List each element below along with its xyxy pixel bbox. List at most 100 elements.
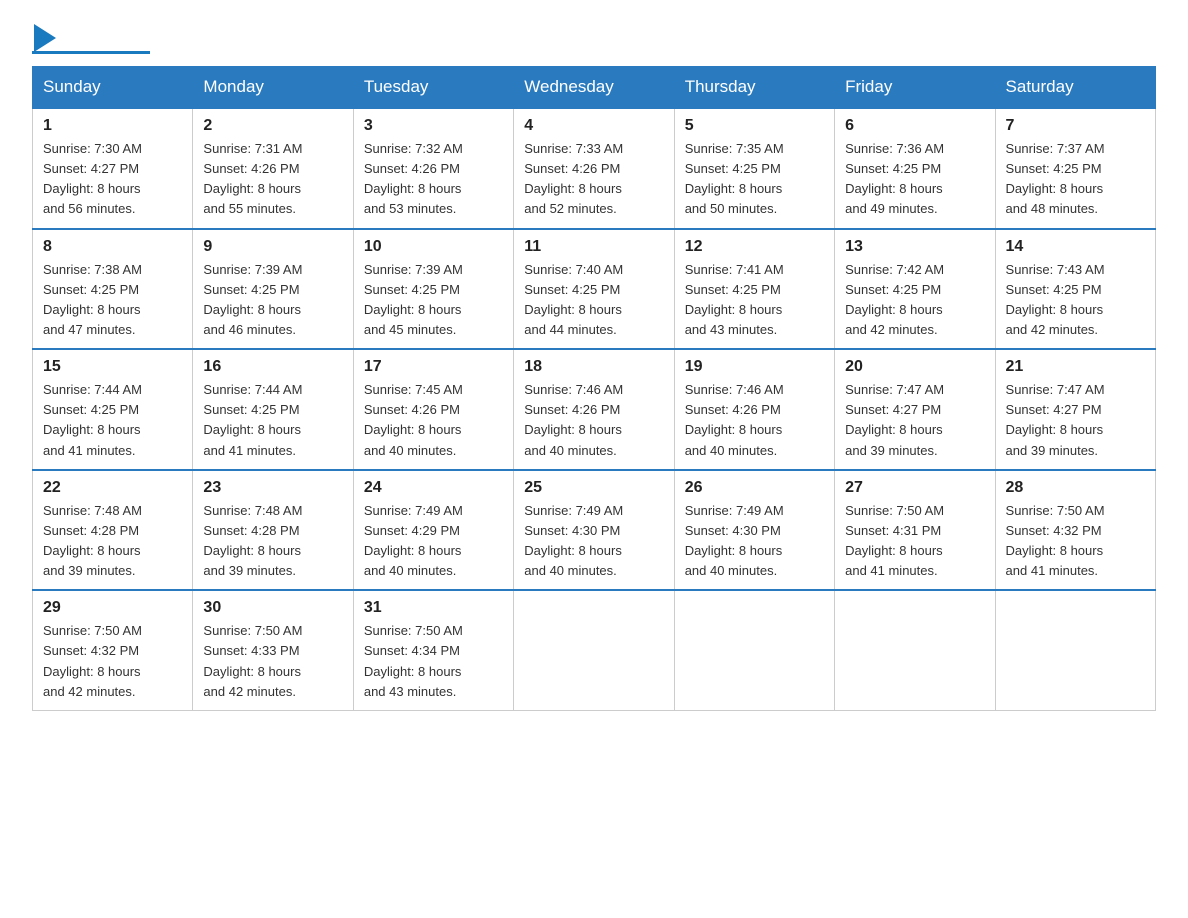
day-info: Sunrise: 7:49 AMSunset: 4:30 PMDaylight:…	[685, 501, 824, 582]
day-info: Sunrise: 7:36 AMSunset: 4:25 PMDaylight:…	[845, 139, 984, 220]
day-number: 15	[43, 358, 182, 376]
logo-arrow-icon	[34, 24, 56, 52]
day-number: 17	[364, 358, 503, 376]
day-number: 28	[1006, 479, 1145, 497]
day-info: Sunrise: 7:50 AMSunset: 4:31 PMDaylight:…	[845, 501, 984, 582]
day-info: Sunrise: 7:47 AMSunset: 4:27 PMDaylight:…	[845, 380, 984, 461]
day-info: Sunrise: 7:30 AMSunset: 4:27 PMDaylight:…	[43, 139, 182, 220]
day-cell-12: 12 Sunrise: 7:41 AMSunset: 4:25 PMDaylig…	[674, 229, 834, 350]
day-cell-11: 11 Sunrise: 7:40 AMSunset: 4:25 PMDaylig…	[514, 229, 674, 350]
empty-cell	[995, 590, 1155, 710]
day-info: Sunrise: 7:50 AMSunset: 4:32 PMDaylight:…	[43, 621, 182, 702]
day-number: 19	[685, 358, 824, 376]
day-info: Sunrise: 7:46 AMSunset: 4:26 PMDaylight:…	[524, 380, 663, 461]
day-info: Sunrise: 7:46 AMSunset: 4:26 PMDaylight:…	[685, 380, 824, 461]
day-cell-30: 30 Sunrise: 7:50 AMSunset: 4:33 PMDaylig…	[193, 590, 353, 710]
logo	[32, 24, 150, 54]
day-number: 13	[845, 238, 984, 256]
day-info: Sunrise: 7:47 AMSunset: 4:27 PMDaylight:…	[1006, 380, 1145, 461]
day-number: 12	[685, 238, 824, 256]
day-cell-16: 16 Sunrise: 7:44 AMSunset: 4:25 PMDaylig…	[193, 349, 353, 470]
day-cell-17: 17 Sunrise: 7:45 AMSunset: 4:26 PMDaylig…	[353, 349, 513, 470]
day-info: Sunrise: 7:44 AMSunset: 4:25 PMDaylight:…	[43, 380, 182, 461]
day-number: 2	[203, 117, 342, 135]
day-cell-21: 21 Sunrise: 7:47 AMSunset: 4:27 PMDaylig…	[995, 349, 1155, 470]
day-info: Sunrise: 7:31 AMSunset: 4:26 PMDaylight:…	[203, 139, 342, 220]
day-number: 4	[524, 117, 663, 135]
day-number: 27	[845, 479, 984, 497]
day-cell-27: 27 Sunrise: 7:50 AMSunset: 4:31 PMDaylig…	[835, 470, 995, 591]
day-info: Sunrise: 7:39 AMSunset: 4:25 PMDaylight:…	[364, 260, 503, 341]
day-number: 22	[43, 479, 182, 497]
day-cell-6: 6 Sunrise: 7:36 AMSunset: 4:25 PMDayligh…	[835, 108, 995, 229]
empty-cell	[835, 590, 995, 710]
day-info: Sunrise: 7:45 AMSunset: 4:26 PMDaylight:…	[364, 380, 503, 461]
day-number: 30	[203, 599, 342, 617]
day-info: Sunrise: 7:49 AMSunset: 4:30 PMDaylight:…	[524, 501, 663, 582]
day-cell-2: 2 Sunrise: 7:31 AMSunset: 4:26 PMDayligh…	[193, 108, 353, 229]
day-info: Sunrise: 7:33 AMSunset: 4:26 PMDaylight:…	[524, 139, 663, 220]
day-info: Sunrise: 7:48 AMSunset: 4:28 PMDaylight:…	[203, 501, 342, 582]
day-cell-25: 25 Sunrise: 7:49 AMSunset: 4:30 PMDaylig…	[514, 470, 674, 591]
day-cell-3: 3 Sunrise: 7:32 AMSunset: 4:26 PMDayligh…	[353, 108, 513, 229]
day-number: 6	[845, 117, 984, 135]
day-cell-29: 29 Sunrise: 7:50 AMSunset: 4:32 PMDaylig…	[33, 590, 193, 710]
day-cell-28: 28 Sunrise: 7:50 AMSunset: 4:32 PMDaylig…	[995, 470, 1155, 591]
day-info: Sunrise: 7:39 AMSunset: 4:25 PMDaylight:…	[203, 260, 342, 341]
day-number: 23	[203, 479, 342, 497]
weekday-header-friday: Friday	[835, 67, 995, 109]
day-info: Sunrise: 7:50 AMSunset: 4:32 PMDaylight:…	[1006, 501, 1145, 582]
day-cell-9: 9 Sunrise: 7:39 AMSunset: 4:25 PMDayligh…	[193, 229, 353, 350]
day-number: 29	[43, 599, 182, 617]
day-number: 18	[524, 358, 663, 376]
day-cell-13: 13 Sunrise: 7:42 AMSunset: 4:25 PMDaylig…	[835, 229, 995, 350]
empty-cell	[674, 590, 834, 710]
day-number: 25	[524, 479, 663, 497]
day-number: 9	[203, 238, 342, 256]
day-number: 1	[43, 117, 182, 135]
day-cell-18: 18 Sunrise: 7:46 AMSunset: 4:26 PMDaylig…	[514, 349, 674, 470]
day-info: Sunrise: 7:50 AMSunset: 4:34 PMDaylight:…	[364, 621, 503, 702]
week-row-1: 1 Sunrise: 7:30 AMSunset: 4:27 PMDayligh…	[33, 108, 1156, 229]
day-cell-1: 1 Sunrise: 7:30 AMSunset: 4:27 PMDayligh…	[33, 108, 193, 229]
page-header	[32, 24, 1156, 54]
day-number: 21	[1006, 358, 1145, 376]
day-cell-19: 19 Sunrise: 7:46 AMSunset: 4:26 PMDaylig…	[674, 349, 834, 470]
week-row-3: 15 Sunrise: 7:44 AMSunset: 4:25 PMDaylig…	[33, 349, 1156, 470]
day-info: Sunrise: 7:43 AMSunset: 4:25 PMDaylight:…	[1006, 260, 1145, 341]
day-cell-26: 26 Sunrise: 7:49 AMSunset: 4:30 PMDaylig…	[674, 470, 834, 591]
day-cell-15: 15 Sunrise: 7:44 AMSunset: 4:25 PMDaylig…	[33, 349, 193, 470]
empty-cell	[514, 590, 674, 710]
week-row-2: 8 Sunrise: 7:38 AMSunset: 4:25 PMDayligh…	[33, 229, 1156, 350]
day-info: Sunrise: 7:48 AMSunset: 4:28 PMDaylight:…	[43, 501, 182, 582]
day-info: Sunrise: 7:35 AMSunset: 4:25 PMDaylight:…	[685, 139, 824, 220]
day-cell-23: 23 Sunrise: 7:48 AMSunset: 4:28 PMDaylig…	[193, 470, 353, 591]
day-number: 7	[1006, 117, 1145, 135]
weekday-header-tuesday: Tuesday	[353, 67, 513, 109]
day-info: Sunrise: 7:49 AMSunset: 4:29 PMDaylight:…	[364, 501, 503, 582]
week-row-5: 29 Sunrise: 7:50 AMSunset: 4:32 PMDaylig…	[33, 590, 1156, 710]
weekday-header-saturday: Saturday	[995, 67, 1155, 109]
day-cell-10: 10 Sunrise: 7:39 AMSunset: 4:25 PMDaylig…	[353, 229, 513, 350]
weekday-header-wednesday: Wednesday	[514, 67, 674, 109]
day-number: 16	[203, 358, 342, 376]
day-number: 24	[364, 479, 503, 497]
day-info: Sunrise: 7:42 AMSunset: 4:25 PMDaylight:…	[845, 260, 984, 341]
day-number: 14	[1006, 238, 1145, 256]
day-number: 5	[685, 117, 824, 135]
day-cell-14: 14 Sunrise: 7:43 AMSunset: 4:25 PMDaylig…	[995, 229, 1155, 350]
day-info: Sunrise: 7:50 AMSunset: 4:33 PMDaylight:…	[203, 621, 342, 702]
day-cell-20: 20 Sunrise: 7:47 AMSunset: 4:27 PMDaylig…	[835, 349, 995, 470]
day-cell-24: 24 Sunrise: 7:49 AMSunset: 4:29 PMDaylig…	[353, 470, 513, 591]
day-number: 31	[364, 599, 503, 617]
day-cell-4: 4 Sunrise: 7:33 AMSunset: 4:26 PMDayligh…	[514, 108, 674, 229]
day-cell-5: 5 Sunrise: 7:35 AMSunset: 4:25 PMDayligh…	[674, 108, 834, 229]
weekday-header-row: SundayMondayTuesdayWednesdayThursdayFrid…	[33, 67, 1156, 109]
day-info: Sunrise: 7:44 AMSunset: 4:25 PMDaylight:…	[203, 380, 342, 461]
day-cell-31: 31 Sunrise: 7:50 AMSunset: 4:34 PMDaylig…	[353, 590, 513, 710]
day-number: 20	[845, 358, 984, 376]
weekday-header-sunday: Sunday	[33, 67, 193, 109]
day-number: 10	[364, 238, 503, 256]
day-info: Sunrise: 7:41 AMSunset: 4:25 PMDaylight:…	[685, 260, 824, 341]
day-number: 3	[364, 117, 503, 135]
